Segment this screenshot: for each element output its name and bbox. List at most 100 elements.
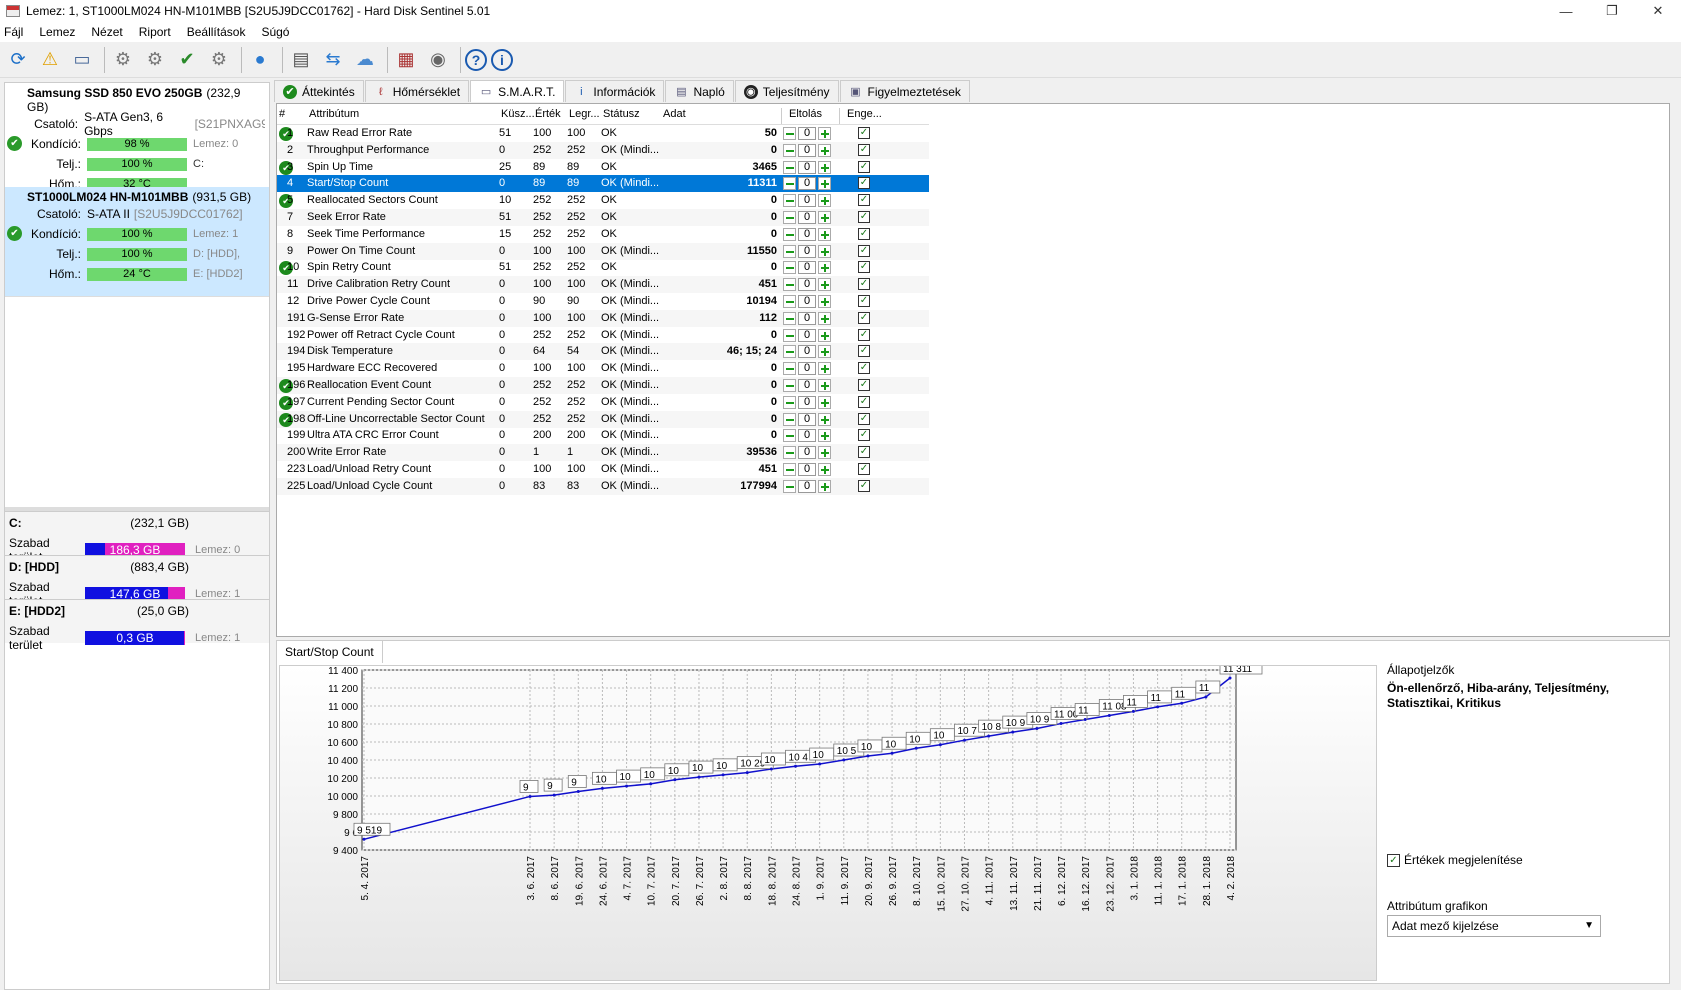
enable-checkbox[interactable]: ✓	[858, 244, 870, 257]
col-header-data[interactable]: Adat	[663, 108, 686, 124]
tab-figyelmeztet-sek[interactable]: ▣ Figyelmeztetések	[839, 80, 970, 102]
offset-value-field[interactable]: 0	[798, 278, 816, 292]
offset-decrease-button[interactable]	[783, 446, 796, 460]
tab-teljes-tm-ny[interactable]: ◉ Teljesítmény	[734, 80, 839, 102]
offset-increase-button[interactable]	[818, 379, 831, 392]
offset-value-field[interactable]: 0	[798, 429, 816, 443]
enable-checkbox[interactable]: ✓	[858, 227, 870, 240]
offset-value-field[interactable]: 0	[798, 479, 816, 493]
enable-checkbox[interactable]: ✓	[858, 177, 870, 190]
offset-value-field[interactable]: 0	[798, 261, 816, 275]
offset-increase-button[interactable]	[818, 177, 831, 191]
enable-checkbox[interactable]: ✓	[858, 429, 870, 442]
offset-decrease-button[interactable]	[783, 278, 796, 292]
offset-increase-button[interactable]	[818, 261, 831, 275]
enable-checkbox[interactable]: ✓	[858, 479, 870, 492]
table-row[interactable]: 9 Power On Time Count 0 100 100 OK (Mindi... 1…	[277, 242, 929, 260]
volume-item[interactable]: C:(232,1 GB)Szabad terület186,3 GBLemez:…	[5, 511, 269, 564]
offset-increase-button[interactable]	[818, 463, 831, 476]
offset-value-field[interactable]: 0	[798, 345, 816, 359]
maximize-button[interactable]: ❐	[1589, 0, 1635, 22]
help-icon[interactable]: ?	[465, 48, 487, 71]
globe-icon[interactable]: ●	[246, 46, 274, 74]
table-row[interactable]: 199 Ultra ATA CRC Error Count 0 200 200 OK (M…	[277, 427, 929, 444]
offset-increase-button[interactable]	[818, 160, 831, 174]
offset-increase-button[interactable]	[818, 278, 831, 292]
table-row[interactable]: 12 Drive Power Cycle Count 0 90 90 OK (Mindi.…	[277, 293, 929, 310]
tab-h-m-rs-klet[interactable]: ℓ Hőmérséklet	[364, 80, 470, 102]
disk-tool-icon[interactable]: ⚙	[205, 46, 233, 74]
disk-tool-icon[interactable]: ⚙	[141, 46, 169, 74]
table-row[interactable]: 192 Power off Retract Cycle Count 0 252 252 O…	[277, 327, 929, 344]
offset-value-field[interactable]: 0	[798, 244, 816, 258]
tab-s-m-a-r-t-[interactable]: ▭ S.M.A.R.T.	[470, 80, 565, 102]
checkbox-icon[interactable]: ✓	[1387, 853, 1400, 867]
table-row[interactable]: 195 Hardware ECC Recovered 0 100 100 OK (Mind…	[277, 360, 929, 377]
col-header-worst[interactable]: Legr...	[569, 108, 600, 124]
chart-icon[interactable]: ▦	[392, 46, 420, 74]
offset-value-field[interactable]: 0	[798, 463, 816, 476]
col-header-attr[interactable]: Attribútum	[309, 108, 359, 124]
enable-checkbox[interactable]: ✓	[858, 463, 870, 475]
network-icon[interactable]: ☁	[351, 46, 379, 74]
enable-checkbox[interactable]: ✓	[858, 295, 870, 307]
table-row[interactable]: 191 G-Sense Error Rate 0 100 100 OK (Mindi...…	[277, 309, 929, 327]
enable-checkbox[interactable]: ✓	[858, 311, 870, 324]
col-header-val[interactable]: Érték	[535, 108, 561, 124]
offset-increase-button[interactable]	[818, 345, 831, 359]
disk-icon[interactable]: ▭	[68, 46, 96, 74]
close-button[interactable]: ✕	[1635, 0, 1681, 22]
offset-value-field[interactable]: 0	[798, 446, 816, 460]
enable-checkbox[interactable]: ✓	[858, 261, 870, 274]
offset-value-field[interactable]: 0	[798, 362, 816, 376]
offset-increase-button[interactable]	[818, 479, 831, 493]
offset-decrease-button[interactable]	[783, 362, 796, 376]
volume-item[interactable]: E: [HDD2] (25,0 GB) Szabad terület 0,3 GB Le…	[5, 599, 269, 652]
enable-checkbox[interactable]: ✓	[858, 127, 870, 139]
tab--ttekint-s[interactable]: ✔ Áttekintés	[274, 80, 364, 102]
offset-increase-button[interactable]	[818, 395, 831, 409]
offset-increase-button[interactable]	[818, 227, 831, 241]
offset-decrease-button[interactable]	[783, 328, 796, 342]
offset-increase-button[interactable]	[818, 127, 831, 140]
offset-decrease-button[interactable]	[783, 127, 796, 140]
disk-check-icon[interactable]: ✔	[173, 46, 201, 74]
offset-value-field[interactable]: 0	[798, 227, 816, 241]
offset-decrease-button[interactable]	[783, 295, 796, 308]
menu-item[interactable]: Nézet	[91, 25, 122, 39]
send-icon[interactable]: ⇆	[319, 46, 347, 74]
enable-checkbox[interactable]: ✓	[858, 446, 870, 459]
offset-value-field[interactable]: 0	[798, 194, 816, 208]
info-icon[interactable]: i	[491, 48, 513, 71]
enable-checkbox[interactable]: ✓	[858, 143, 870, 156]
offset-increase-button[interactable]	[818, 429, 831, 443]
volume-item[interactable]: D: [HDD](883,4 GB)Szabad terület147,6 GB…	[5, 555, 269, 608]
report-icon[interactable]: ▤	[287, 46, 315, 74]
enable-checkbox[interactable]: ✓	[858, 362, 870, 375]
offset-increase-button[interactable]	[818, 244, 831, 258]
offset-increase-button[interactable]	[818, 328, 831, 342]
enable-checkbox[interactable]: ✓	[858, 345, 870, 358]
offset-decrease-button[interactable]	[783, 177, 796, 191]
menu-item[interactable]: Beállítások	[187, 25, 246, 39]
offset-increase-button[interactable]	[818, 311, 831, 325]
menu-item[interactable]: Súgó	[261, 25, 289, 39]
attr-graph-select[interactable]: Adat mező kijelzése ▼	[1387, 915, 1601, 937]
offset-value-field[interactable]: 0	[798, 311, 816, 325]
table-row[interactable]: 2 Throughput Performance 0 252 252 OK (Mindi.…	[277, 141, 929, 159]
table-row[interactable]: 7 Seek Error Rate 51 252 252 OK 0 0 ✓	[277, 209, 929, 226]
offset-increase-button[interactable]	[818, 362, 831, 376]
table-row[interactable]: 4 Start/Stop Count 0 89 89 OK (Mindi... 11311 0…	[277, 175, 929, 193]
alert-icon[interactable]: ⚠	[36, 46, 64, 74]
offset-decrease-button[interactable]	[783, 143, 796, 157]
tab-napl-[interactable]: ▤ Napló	[665, 80, 734, 102]
offset-increase-button[interactable]	[818, 143, 831, 157]
offset-increase-button[interactable]	[818, 295, 831, 308]
offset-decrease-button[interactable]	[783, 463, 796, 476]
offset-value-field[interactable]: 0	[798, 177, 816, 191]
disk-item-0[interactable]: Samsung SSD 850 EVO 250GB (232,9 GB) Csato…	[5, 83, 269, 193]
table-row[interactable]: ✔ 197 Current Pending Sector Count 0 252 252 O…	[277, 394, 929, 411]
offset-decrease-button[interactable]	[783, 160, 796, 174]
offset-decrease-button[interactable]	[783, 244, 796, 258]
graph-tab[interactable]: Start/Stop Count	[277, 641, 383, 663]
